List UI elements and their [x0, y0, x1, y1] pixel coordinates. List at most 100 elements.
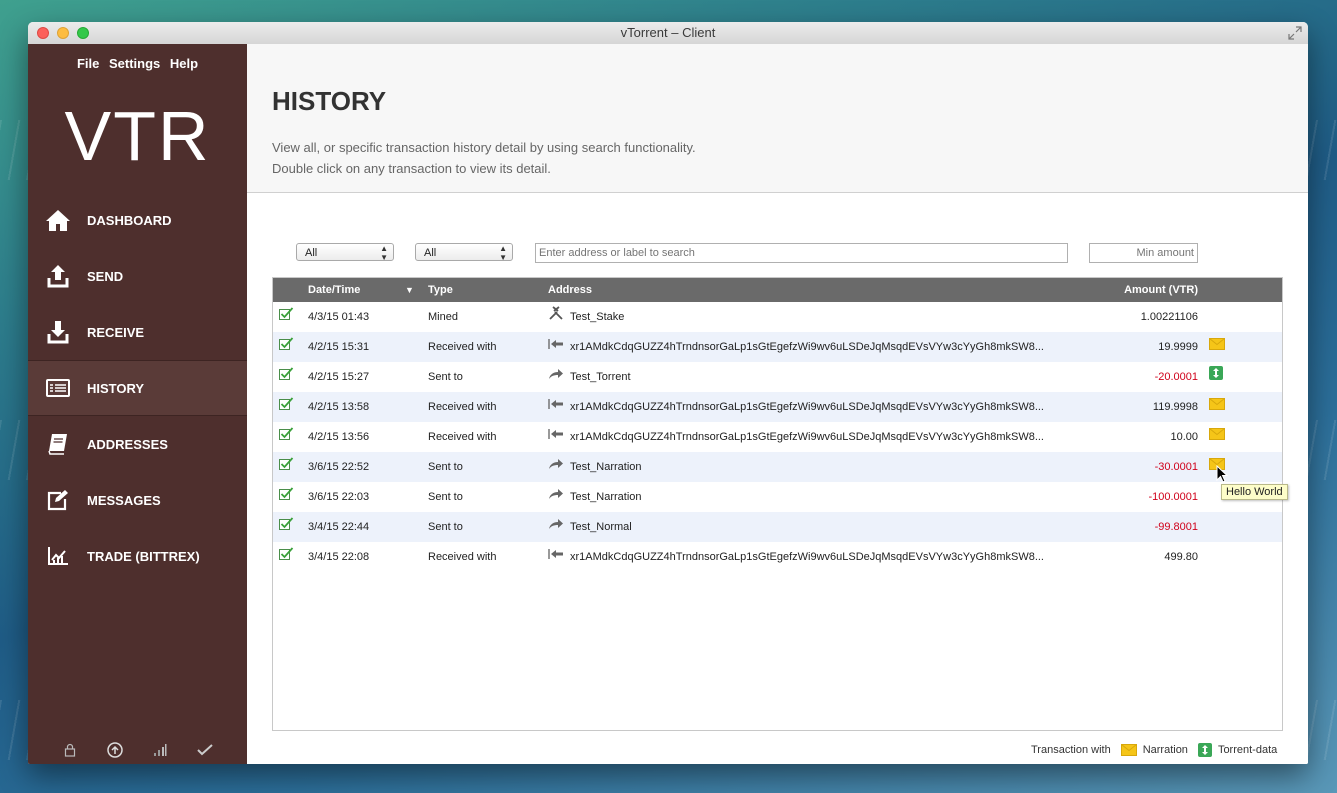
column-header-type[interactable]: Type	[428, 278, 453, 302]
legend-narration: Narration	[1120, 744, 1188, 756]
row-amount: 19.9999	[1158, 341, 1198, 353]
receive-arrow-icon	[548, 332, 564, 362]
row-type: Mined	[428, 311, 458, 323]
column-header-address[interactable]: Address	[548, 278, 592, 302]
window-title: vTorrent – Client	[620, 25, 716, 40]
legend-torrent: Torrent-data	[1197, 743, 1277, 757]
confirmed-check-icon	[279, 422, 294, 452]
confirmed-check-icon	[279, 452, 294, 482]
mined-icon	[548, 302, 564, 332]
sidebar-item-label: HISTORY	[87, 380, 145, 396]
envelope-icon[interactable]	[1209, 422, 1225, 452]
fullscreen-icon[interactable]	[1288, 26, 1302, 40]
select-arrows-icon: ▲ ▼	[499, 244, 507, 262]
row-address: xr1AMdkCdqGUZZ4hTrndnsorGaLp1sGtEgefzWi9…	[570, 551, 1044, 563]
minimize-window-button[interactable]	[57, 27, 69, 39]
close-window-button[interactable]	[37, 27, 49, 39]
zoom-window-button[interactable]	[77, 27, 89, 39]
row-address: xr1AMdkCdqGUZZ4hTrndnsorGaLp1sGtEgefzWi9…	[570, 431, 1044, 443]
table-row[interactable]: 3/4/15 22:44 Sent to Test_Normal -99.8001	[273, 512, 1282, 542]
search-input[interactable]	[535, 243, 1068, 263]
table-header: Date/Time ▼ Type Address Amount (VTR)	[273, 278, 1282, 302]
page-title: HISTORY	[272, 86, 387, 116]
menu-file[interactable]: File	[77, 56, 99, 71]
row-amount: 1.00221106	[1140, 311, 1198, 323]
envelope-icon[interactable]	[1209, 392, 1225, 422]
envelope-icon[interactable]	[1209, 332, 1225, 362]
row-type: Received with	[428, 551, 497, 563]
menu-help[interactable]: Help	[170, 56, 198, 71]
row-type: Received with	[428, 431, 497, 443]
send-arrow-icon	[548, 512, 564, 542]
main-content: HISTORY View all, or specific transactio…	[247, 44, 1308, 764]
row-date: 3/6/15 22:52	[308, 461, 370, 473]
table-row[interactable]: 4/2/15 13:56 Received with xr1AMdkCdqGUZZ4…	[273, 422, 1282, 452]
sidebar-item-trade[interactable]: TRADE (BITTREX)	[28, 528, 247, 584]
sidebar-item-label: SEND	[87, 268, 124, 284]
logo: VTR	[64, 97, 211, 175]
table-row[interactable]: 4/2/15 15:27 Sent to Test_Torrent -20.0001	[273, 362, 1282, 392]
sidebar-item-send[interactable]: SEND	[28, 248, 247, 304]
row-date: 4/2/15 13:56	[308, 431, 370, 443]
row-type: Sent to	[428, 491, 463, 503]
column-header-amount[interactable]: Amount (VTR)	[1124, 278, 1198, 302]
torrent-icon[interactable]	[1209, 362, 1223, 392]
row-date: 4/2/15 15:27	[308, 371, 370, 383]
sidebar-item-history[interactable]: HISTORY	[28, 360, 247, 416]
send-arrow-icon	[548, 362, 564, 392]
sidebar-footer	[28, 742, 247, 758]
receive-arrow-icon	[548, 542, 564, 572]
row-type: Received with	[428, 341, 497, 353]
row-amount: -99.8001	[1154, 521, 1198, 533]
table-row[interactable]: 4/2/15 15:31 Received with xr1AMdkCdqGUZZ4…	[273, 332, 1282, 362]
download-icon	[45, 319, 71, 345]
confirmed-check-icon	[279, 512, 294, 542]
title-bar[interactable]: vTorrent – Client	[28, 22, 1308, 45]
signal-bars-icon[interactable]	[152, 742, 168, 758]
page-description-line2: Double click on any transaction to view …	[272, 161, 551, 176]
confirmed-check-icon	[279, 332, 294, 362]
min-amount-input[interactable]	[1089, 243, 1198, 263]
sidebar-item-receive[interactable]: RECEIVE	[28, 304, 247, 360]
type-filter-select[interactable]: All ▲ ▼	[415, 243, 513, 262]
compose-icon	[45, 487, 71, 513]
row-address: Test_Narration	[570, 461, 642, 473]
lock-icon[interactable]	[62, 742, 78, 758]
column-header-date[interactable]: Date/Time	[308, 278, 360, 302]
date-filter-select[interactable]: All ▲ ▼	[296, 243, 394, 262]
row-type: Received with	[428, 401, 497, 413]
app-window: vTorrent – Client File Settings Help VTR…	[28, 22, 1308, 764]
row-address: Test_Torrent	[570, 371, 631, 383]
chart-icon	[45, 543, 71, 569]
row-address: Test_Stake	[570, 311, 625, 323]
row-address: xr1AMdkCdqGUZZ4hTrndnsorGaLp1sGtEgefzWi9…	[570, 401, 1044, 413]
confirmed-check-icon	[279, 302, 294, 332]
row-amount: -100.0001	[1148, 491, 1198, 503]
receive-arrow-icon	[548, 392, 564, 422]
row-amount: 119.9998	[1152, 401, 1198, 413]
confirmed-check-icon	[279, 392, 294, 422]
row-amount: 10.00	[1170, 431, 1198, 443]
table-row[interactable]: 3/4/15 22:08 Received with xr1AMdkCdqGUZZ4…	[273, 542, 1282, 572]
table-row[interactable]: 3/6/15 22:03 Sent to Test_Narration -100.00…	[273, 482, 1282, 512]
legend: Transaction with Narration Torrent-data	[1031, 743, 1277, 757]
checkmark-icon[interactable]	[196, 742, 213, 758]
table-row[interactable]: 4/3/15 01:43 Mined Test_Stake 1.00221106	[273, 302, 1282, 332]
page-header: HISTORY View all, or specific transactio…	[247, 44, 1308, 193]
sidebar-nav: DASHBOARD SEND RECEIVE HISTORY ADDRESSES…	[28, 192, 247, 584]
page-description-line1: View all, or specific transaction histor…	[272, 140, 696, 155]
select-arrows-icon: ▲ ▼	[380, 244, 388, 262]
sidebar-item-label: TRADE (BITTREX)	[87, 548, 200, 564]
row-address: Test_Normal	[570, 521, 632, 533]
table-row[interactable]: 3/6/15 22:52 Sent to Test_Narration -30.000…	[273, 452, 1282, 482]
sidebar-item-addresses[interactable]: ADDRESSES	[28, 416, 247, 472]
sidebar-item-messages[interactable]: MESSAGES	[28, 472, 247, 528]
list-icon	[45, 375, 71, 401]
menu-settings[interactable]: Settings	[109, 56, 160, 71]
sort-descending-icon[interactable]: ▼	[405, 278, 414, 302]
send-arrow-icon	[548, 482, 564, 512]
sidebar-item-dashboard[interactable]: DASHBOARD	[28, 192, 247, 248]
row-date: 3/4/15 22:08	[308, 551, 370, 563]
table-row[interactable]: 4/2/15 13:58 Received with xr1AMdkCdqGUZZ4…	[273, 392, 1282, 422]
arrow-up-circle-icon[interactable]	[107, 742, 123, 758]
